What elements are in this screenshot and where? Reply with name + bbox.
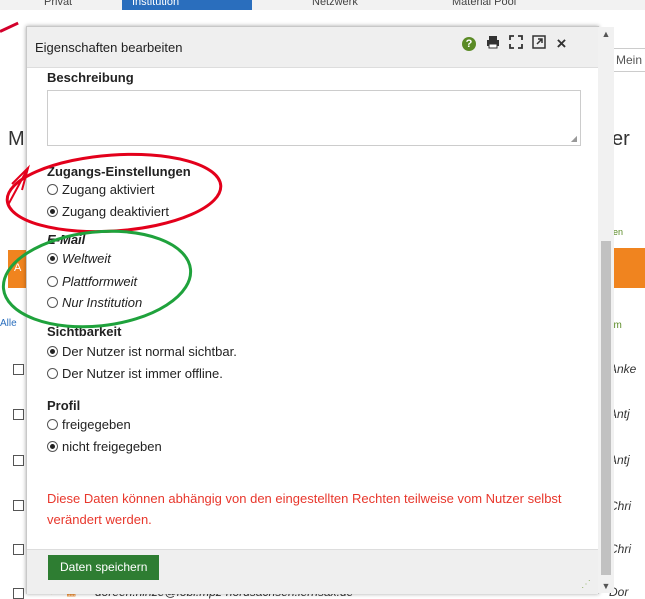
- annotation-overlay: [1, 152, 223, 329]
- annotation-green-ellipse: [1, 229, 193, 329]
- annotation-red-ellipse: [5, 152, 223, 234]
